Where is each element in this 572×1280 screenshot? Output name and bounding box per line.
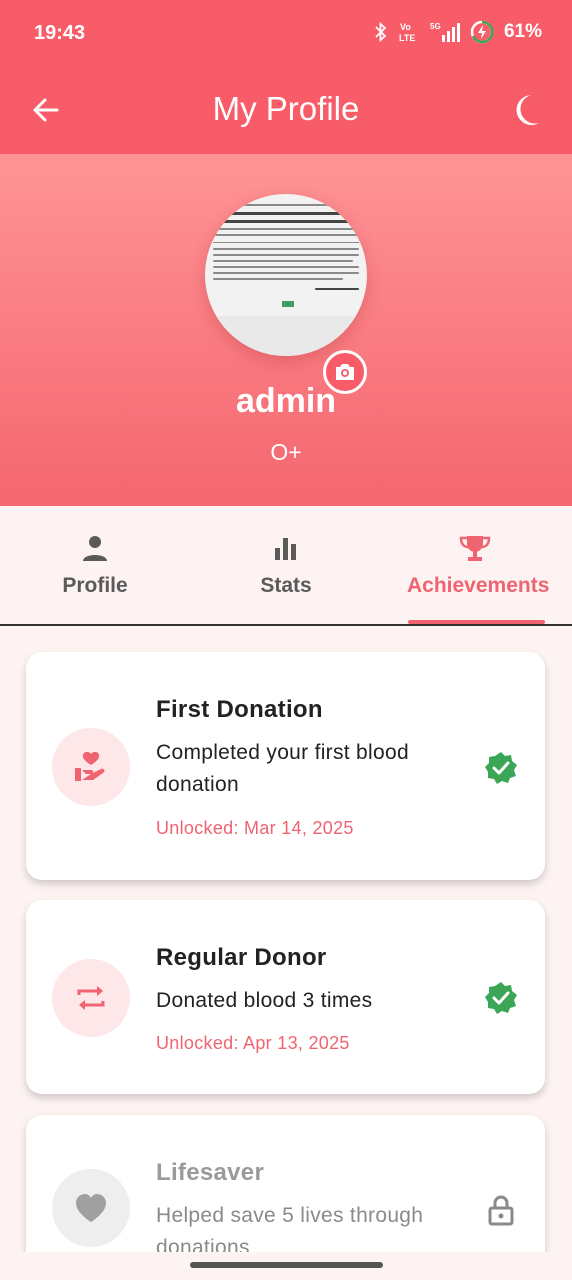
volte-icon: Vo LTE [398, 21, 420, 43]
profile-username: admin [235, 382, 337, 420]
achievement-date: Unlocked: Apr 13, 2025 [156, 1033, 350, 1053]
achievement-description: Completed your first blood donation [156, 741, 409, 796]
avatar-container [205, 194, 367, 394]
status-icons: Vo LTE 5G 61% [374, 20, 542, 44]
verified-badge [483, 980, 519, 1016]
page-title: My Profile [212, 90, 360, 127]
tab-achievements-label: Achievements [407, 574, 550, 597]
bluetooth-icon [374, 22, 388, 42]
tab-stats-label: Stats [260, 574, 312, 597]
svg-text:5G: 5G [430, 22, 441, 31]
tab-profile[interactable]: Profile [0, 506, 190, 626]
battery-charging-icon [470, 20, 494, 44]
status-time: 19:43 [34, 22, 86, 44]
verified-icon [485, 982, 517, 1014]
status-bar: 19:43 Vo LTE 5G 61% [0, 0, 572, 68]
verified-icon [485, 752, 517, 784]
svg-text:LTE: LTE [399, 33, 415, 43]
person-icon [83, 536, 107, 561]
moon-icon [516, 95, 539, 125]
home-indicator[interactable] [190, 1262, 383, 1268]
achievement-title: Lifesaver [156, 1159, 265, 1186]
hand-heart-icon [75, 751, 105, 781]
tab-profile-label: Profile [62, 574, 128, 597]
locked-badge [483, 1192, 519, 1228]
achievement-card[interactable]: First Donation Completed your first bloo… [26, 652, 545, 880]
lock-icon [488, 1195, 514, 1226]
theme-toggle-button[interactable] [504, 88, 548, 132]
achievement-date: Unlocked: Mar 14, 2025 [156, 818, 354, 838]
svg-text:Vo: Vo [400, 22, 411, 32]
achievement-icon [52, 1169, 130, 1247]
repeat-icon [77, 986, 105, 1010]
app-bar: My Profile [0, 68, 572, 154]
signal-icon: 5G [430, 21, 460, 43]
tab-achievements[interactable]: Achievements [400, 506, 550, 626]
achievement-description: Donated blood 3 times [156, 989, 373, 1012]
profile-header: admin O+ [0, 154, 572, 506]
achievement-title: Regular Donor [156, 944, 327, 971]
achievement-title: First Donation [156, 696, 323, 723]
achievement-icon [52, 959, 130, 1037]
tab-stats[interactable]: Stats [191, 506, 381, 626]
tab-bar: Profile Stats Achievements [0, 506, 572, 626]
bar-chart-icon [275, 538, 296, 560]
blood-type: O+ [270, 439, 302, 465]
heart-icon [76, 1194, 106, 1222]
avatar[interactable] [205, 194, 367, 356]
verified-badge [483, 750, 519, 786]
achievement-icon [52, 728, 130, 806]
camera-icon [336, 364, 354, 380]
tab-indicator [408, 620, 545, 624]
battery-percent: 61% [503, 21, 542, 42]
achievement-card[interactable]: Regular Donor Donated blood 3 times Unlo… [26, 900, 545, 1094]
trophy-icon [459, 536, 491, 561]
